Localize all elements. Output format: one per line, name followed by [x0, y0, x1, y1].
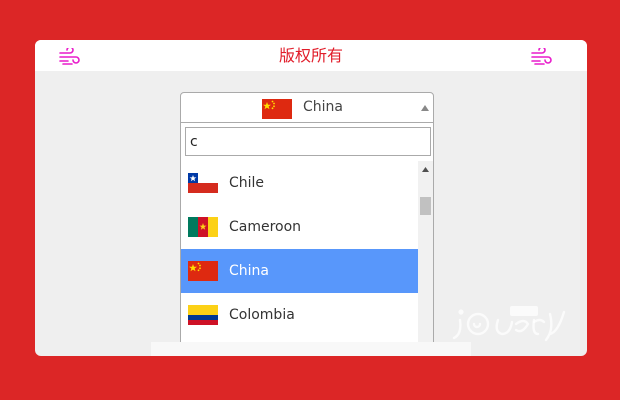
scroll-up-arrow-icon[interactable] — [422, 167, 429, 172]
dropdown-scrollbar[interactable] — [418, 161, 433, 356]
option-label: Colombia — [229, 307, 295, 323]
option-label: Chile — [229, 175, 265, 191]
china-flag-icon — [262, 99, 292, 119]
option-label: China — [229, 263, 269, 279]
chile-flag-icon — [188, 173, 218, 193]
selected-country-label: China — [303, 99, 343, 115]
option-colombia[interactable]: Colombia — [181, 293, 418, 337]
scroll-thumb[interactable] — [420, 197, 431, 215]
wind-icon — [531, 48, 552, 65]
china-flag-icon — [188, 261, 218, 281]
colombia-flag-icon — [188, 305, 218, 325]
bottom-strip — [151, 342, 471, 356]
page-title: 版权所有 — [278, 46, 343, 65]
card-header: 版权所有 — [35, 40, 587, 71]
options-list: Chile Cameroon China Colombia — [181, 161, 418, 356]
option-label: Cameroon — [229, 219, 302, 235]
option-chile[interactable]: Chile — [181, 161, 418, 205]
country-dropdown: Chile Cameroon — [180, 123, 434, 356]
option-cameroon[interactable]: Cameroon — [181, 205, 418, 249]
triangle-up-icon — [421, 105, 429, 111]
option-china[interactable]: China — [181, 249, 418, 293]
cameroon-flag-icon — [188, 217, 218, 237]
search-input[interactable] — [185, 127, 431, 156]
jquery-watermark-logo — [452, 306, 566, 342]
country-select[interactable]: China — [180, 92, 434, 123]
